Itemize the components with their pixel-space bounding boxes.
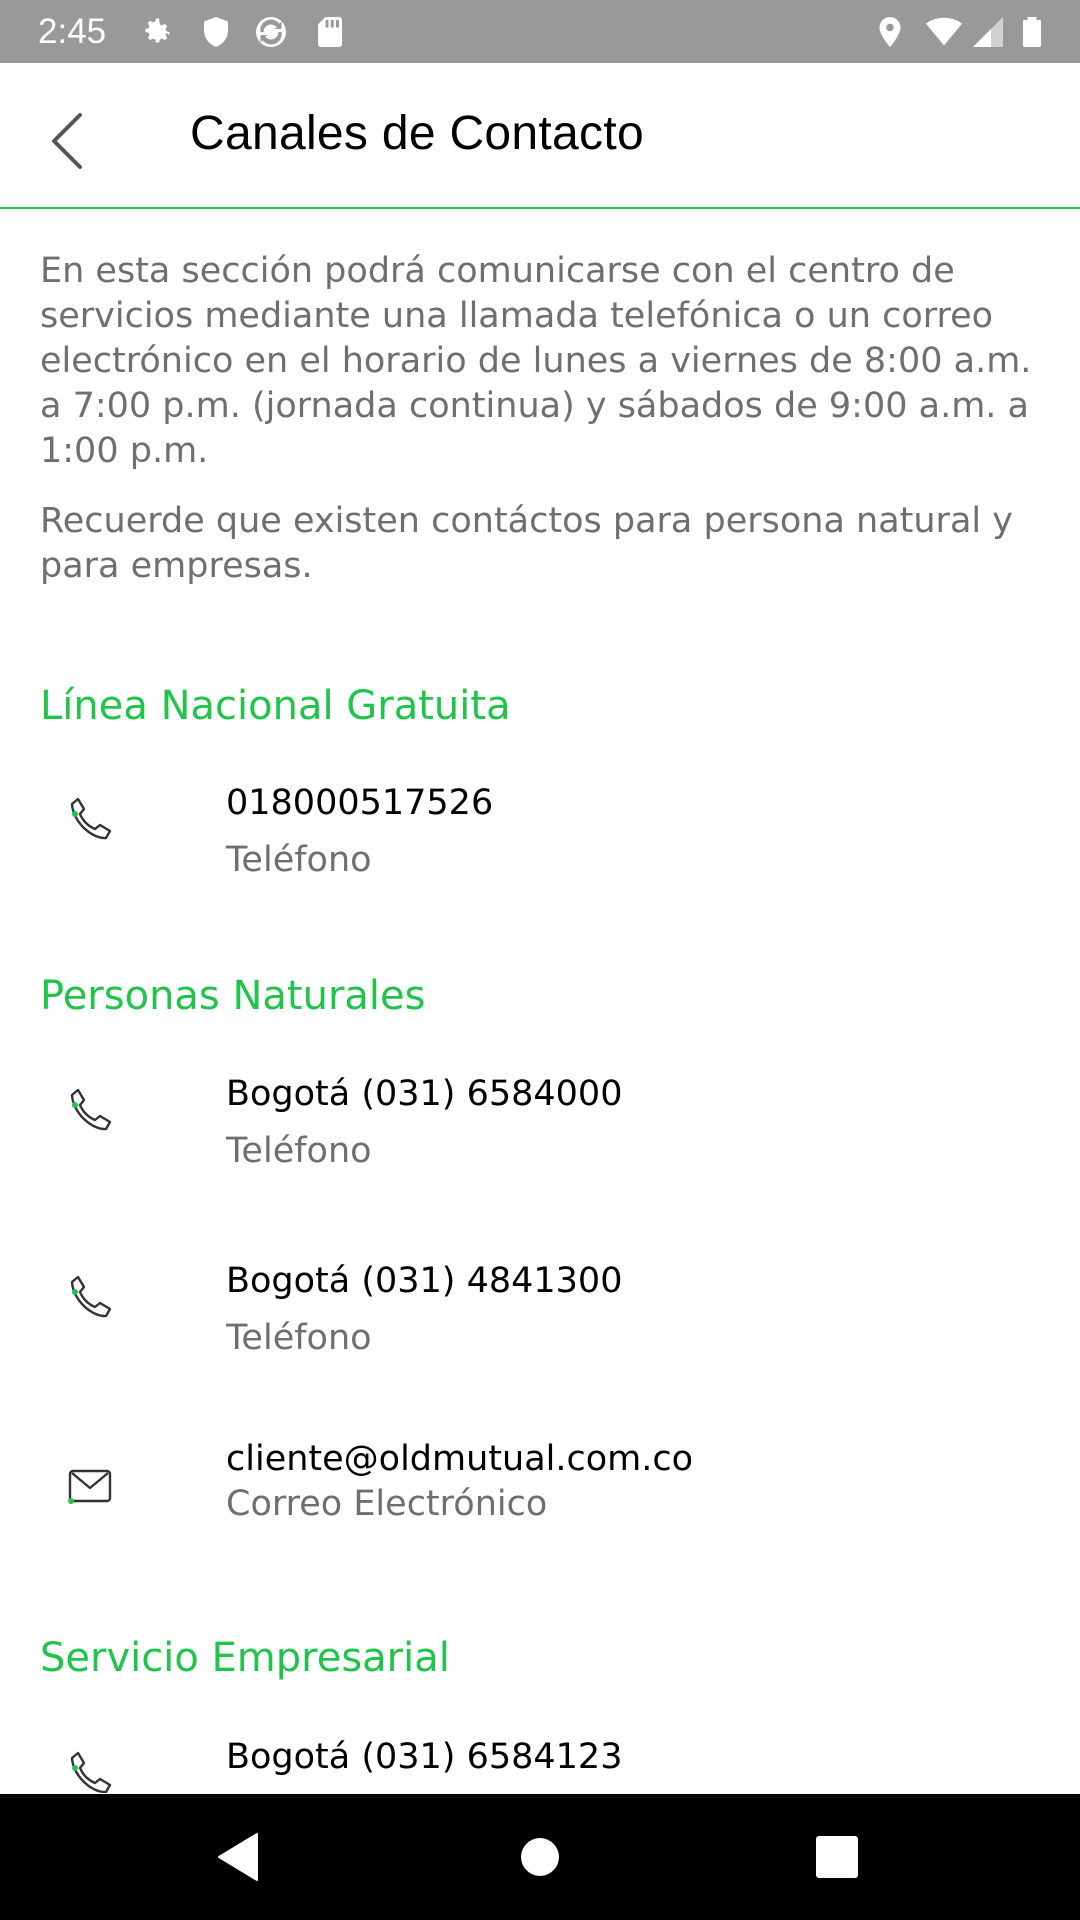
contact-item-personas-2[interactable]: Bogotá (031) 4841300 Teléfono	[0, 1239, 1080, 1369]
contact-value: Bogotá (031) 6584123	[226, 1737, 623, 1777]
app-bar: Canales de Contacto	[0, 63, 1080, 209]
mail-icon	[68, 1469, 112, 1504]
phone-icon	[70, 1751, 112, 1793]
contact-value: 018000517526	[226, 783, 494, 823]
location-icon	[879, 17, 901, 47]
contact-item-personas-email[interactable]: cliente@oldmutual.com.co Correo Electrón…	[0, 1429, 1080, 1559]
contact-type: Teléfono	[226, 840, 372, 880]
chevron-left-icon	[52, 113, 82, 169]
contact-type: Teléfono	[226, 1792, 372, 1793]
status-bar: 2:45	[0, 0, 1080, 63]
contact-value: cliente@oldmutual.com.co	[226, 1439, 694, 1479]
battery-icon	[1023, 17, 1041, 47]
phone-icon	[70, 797, 112, 840]
sync-icon	[256, 17, 286, 47]
section-title-servicio-empresarial: Servicio Empresarial	[40, 1635, 450, 1681]
phone-icon	[70, 1088, 112, 1131]
contact-type: Teléfono	[226, 1131, 372, 1171]
shield-icon	[204, 17, 228, 47]
status-time: 2:45	[38, 12, 107, 51]
contact-item-empresarial-1[interactable]: Bogotá (031) 6584123 Teléfono	[0, 1715, 1080, 1793]
wifi-icon	[926, 17, 962, 46]
nav-recents-icon[interactable]	[802, 1822, 872, 1892]
signal-icon	[973, 17, 1003, 47]
contact-type: Correo Electrónico	[226, 1484, 548, 1524]
contact-item-linea-nacional[interactable]: 018000517526 Teléfono	[0, 761, 1080, 891]
contact-type: Teléfono	[226, 1318, 372, 1358]
gear-icon	[145, 18, 170, 43]
contact-value: Bogotá (031) 4841300	[226, 1261, 623, 1301]
contact-channels-content: En esta sección podrá comunicarse con el…	[0, 211, 1080, 1793]
navigation-bar	[0, 1794, 1080, 1920]
contact-item-personas-1[interactable]: Bogotá (031) 6584000 Teléfono	[0, 1052, 1080, 1182]
section-title-personas-naturales: Personas Naturales	[40, 973, 426, 1019]
intro-paragraph: En esta sección podrá comunicarse con el…	[40, 251, 1032, 471]
nav-home-icon[interactable]	[505, 1822, 575, 1892]
sd-card-icon	[318, 17, 342, 47]
back-button[interactable]	[30, 101, 110, 181]
phone-icon	[70, 1275, 112, 1318]
nav-back-icon[interactable]	[203, 1822, 273, 1892]
reminder-paragraph: Recuerde que existen contáctos para pers…	[40, 501, 1013, 586]
page-title: Canales de Contacto	[190, 107, 644, 160]
contact-value: Bogotá (031) 6584000	[226, 1074, 623, 1114]
section-title-linea-nacional: Línea Nacional Gratuita	[40, 683, 511, 729]
